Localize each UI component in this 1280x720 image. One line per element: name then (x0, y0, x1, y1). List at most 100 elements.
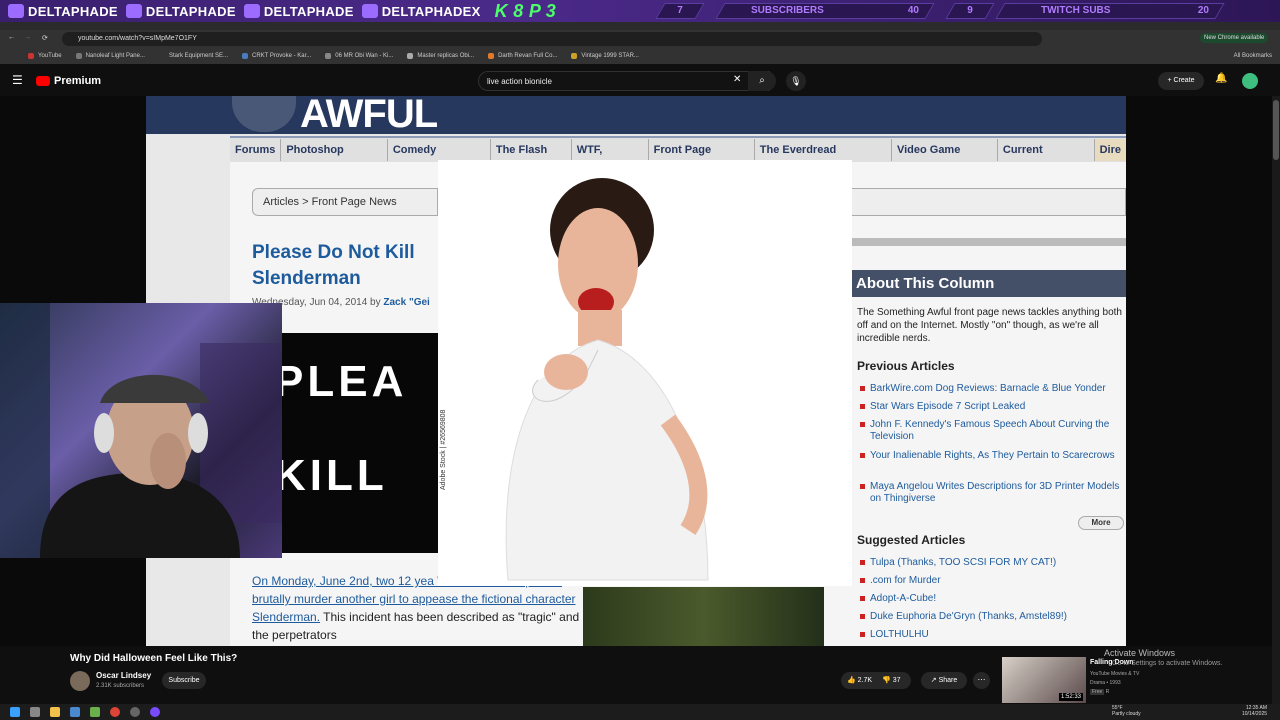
nav-forums[interactable]: Forums (230, 139, 282, 161)
divider (852, 238, 1126, 246)
suggested-meta: YouTube Movies & TV Drama • 1993 Free R (1090, 670, 1139, 697)
more-dots-icon: ⋯ (977, 675, 986, 684)
bookmark-label: Master replicas Obi... (417, 53, 475, 59)
nav-video-game[interactable]: Video Game Article (892, 139, 998, 178)
handle-text: DELTAPHADE (28, 3, 118, 19)
weather-widget[interactable]: 55°F Partly cloudy (1112, 705, 1141, 717)
clear-search-icon[interactable]: ✕ (733, 74, 741, 85)
suggested-badges: Free R (1090, 688, 1139, 697)
suggested-heading: Suggested Articles (857, 533, 966, 547)
previous-article: Star Wars Episode 7 Script Leaked (860, 401, 1126, 413)
bookmark-item[interactable]: Vintage 1999 STAR... (571, 53, 639, 59)
bookmark-favicon (407, 53, 414, 59)
twitch-handle: DELTAPHADE (8, 4, 118, 19)
game-screenshot (583, 587, 824, 646)
article-image: PLEA KILL (282, 333, 438, 553)
forward-icon[interactable]: → (24, 34, 31, 41)
chrome-icon[interactable] (110, 707, 120, 717)
bell-icon[interactable]: 🔔 (1215, 73, 1227, 84)
nav-dire[interactable]: Dire (1094, 139, 1126, 161)
nav-comedy-goldmine[interactable]: Comedy Goldmine (388, 139, 491, 178)
bookmark-item[interactable]: CRKT Provoke - Kar... (242, 53, 311, 59)
article-title: Please Do Not Kill Slenderman (252, 242, 415, 289)
stock-photo-woman (438, 160, 852, 586)
search-input[interactable]: live action bionicle (478, 71, 770, 91)
system-clock[interactable]: 12:35 AM 10/14/2025 (1242, 705, 1267, 717)
share-label: Share (938, 677, 958, 684)
voice-search-button[interactable]: 🎙 (786, 71, 806, 91)
search-button[interactable]: ⌕ (748, 71, 776, 91)
bookmark-label: 06 MR Obi Wan - Ki... (335, 53, 394, 59)
menu-icon[interactable]: ☰ (12, 73, 23, 87)
weather-text: Partly cloudy (1112, 711, 1141, 717)
youtube-icon (243, 4, 260, 18)
nav-front-page[interactable]: Front Page Articles (649, 139, 755, 178)
share-button[interactable]: ↗ Share (921, 672, 967, 689)
nav-flash-tub[interactable]: The Flash Tub (491, 139, 572, 178)
search-icon[interactable] (30, 707, 40, 717)
bookmark-item[interactable]: Darth Revan Full Co... (488, 53, 557, 59)
handle-text: DELTAPHADE (263, 3, 354, 19)
bookmark-favicon (75, 53, 82, 59)
sub-goal-bar: SUBSCRIBERS 40 (715, 3, 935, 19)
bookmark-item[interactable]: Stark Equipment SE... (158, 53, 228, 59)
image-text-bottom: KILL (282, 451, 388, 500)
previous-article: Your Inalienable Rights, As They Pertain… (860, 450, 1126, 462)
suggested-article: .com for Murder (860, 575, 1126, 587)
previous-article: BarkWire.com Dog Reviews: Barnacle & Blu… (860, 383, 1126, 395)
subscriber-count: 2.31K subscribers (96, 683, 145, 689)
activate-windows-title: Activate Windows (1104, 648, 1176, 658)
suggested-article: LOLTHULHU (860, 629, 1126, 641)
twitch-current-bar: 9 (945, 3, 995, 19)
bookmarks-bar: YouTube Nanoleaf Light Pane... Stark Equ… (0, 48, 1280, 64)
scrollbar-thumb[interactable] (1273, 100, 1279, 160)
dislike-button[interactable]: 👎 37 (882, 672, 900, 689)
chrome-update-badge[interactable]: New Chrome available (1200, 33, 1269, 43)
nav-everdread[interactable]: The Everdread Showcase (755, 139, 892, 178)
instagram-handle: DELTAPHADE (125, 4, 236, 19)
bookmark-item[interactable]: Master replicas Obi... (407, 53, 474, 59)
windows-start-icon[interactable] (10, 707, 20, 717)
twitter-icon (361, 4, 378, 18)
bookmark-label: Stark Equipment SE... (168, 53, 228, 59)
create-button[interactable]: + Create (1158, 72, 1204, 90)
bookmark-item[interactable]: 06 MR Obi Wan - Ki... (325, 53, 393, 59)
nav-photoshop-phriday[interactable]: Photoshop Phriday (281, 139, 388, 178)
app-icon[interactable] (70, 707, 80, 717)
streamer-illustration (0, 303, 282, 558)
sub-current-bar: 7 (655, 3, 705, 19)
taskbar (0, 704, 1280, 720)
image-text-top: PLEA (282, 357, 408, 406)
reload-icon[interactable]: ⟳ (42, 34, 48, 42)
all-bookmarks[interactable]: All Bookmarks (1234, 53, 1272, 59)
app-icon[interactable] (90, 707, 100, 717)
twitch-current: 9 (967, 5, 973, 16)
bookmark-item[interactable]: YouTube (28, 53, 62, 59)
bookmark-label: Nanoleaf Light Pane... (85, 53, 145, 59)
suggested-source: YouTube Movies & TV (1090, 671, 1140, 677)
channel-name[interactable]: Oscar Lindsey (96, 671, 151, 680)
suggested-article: Adopt-A-Cube! (860, 593, 1126, 605)
previous-article: John F. Kennedy's Famous Speech About Cu… (860, 419, 1126, 443)
more-actions-button[interactable]: ⋯ (973, 672, 990, 689)
channel-avatar[interactable] (70, 671, 90, 691)
scrollbar[interactable] (1272, 96, 1280, 704)
url-field[interactable]: youtube.com/watch?v=sIMpMe7O1FY (62, 32, 1042, 46)
app-icon[interactable] (150, 707, 160, 717)
site-logo: AWFUL (300, 92, 438, 136)
subscribe-button[interactable]: Subscribe (162, 672, 206, 689)
nav-current-releases[interactable]: Current Releases (998, 139, 1095, 178)
avatar[interactable] (1242, 73, 1258, 89)
suggested-article: Duke Euphoria De'Gryn (Thanks, Amstel89!… (860, 611, 1126, 623)
nav-wtf-dnd[interactable]: WTF, D&D?!? (572, 139, 649, 178)
kick-counter: K 8 P 3 (494, 0, 557, 21)
file-explorer-icon[interactable] (50, 707, 60, 717)
activate-windows-sub: Go to Settings to activate Windows. (1112, 660, 1223, 667)
bookmark-item[interactable]: Nanoleaf Light Pane... (75, 53, 145, 59)
like-button[interactable]: 👍 2.7K (847, 672, 872, 689)
youtube-logo[interactable]: Premium (36, 75, 101, 87)
twitch-goal-text: TWITCH SUBS 20 (1001, 4, 1219, 18)
back-icon[interactable]: ← (8, 34, 15, 41)
share-icon: ↗ (930, 677, 939, 684)
app-icon[interactable] (130, 707, 140, 717)
